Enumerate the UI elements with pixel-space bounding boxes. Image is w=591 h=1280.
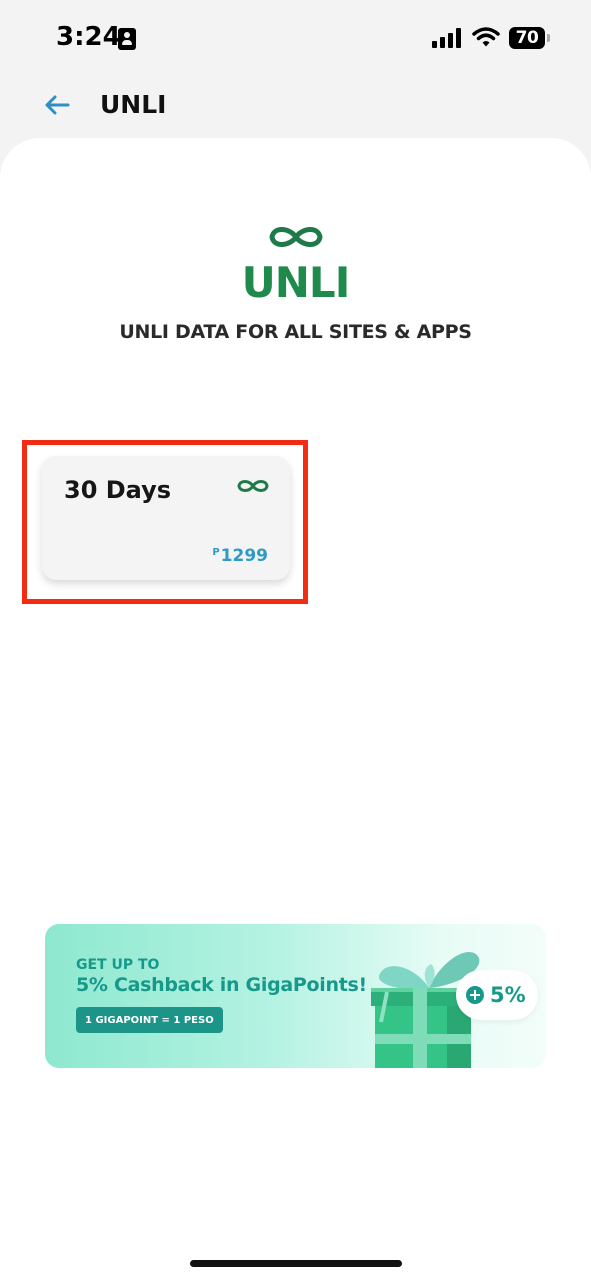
status-bar: 3:24 70 [0,0,591,80]
home-indicator[interactable] [190,1260,402,1267]
promo-banner[interactable]: GET UP TO 5% Cashback in GigaPoints! 1 G… [45,924,546,1068]
battery-icon: 70 [509,27,550,49]
back-button[interactable] [40,88,74,122]
currency-symbol: P [212,547,220,558]
page-title: UNLI [100,90,167,119]
id-card-icon [118,28,136,50]
infinity-icon [237,480,269,492]
arrow-left-icon [45,95,70,115]
price-amount: 1299 [220,546,268,566]
header: UNLI [0,80,591,132]
hero-title: UNLI [241,258,351,307]
promo-conversion-pill: 1 GIGAPOINT = 1 PESO [76,1007,223,1033]
battery-level: 70 [515,28,539,48]
promo-headline: 5% Cashback in GigaPoints! [76,974,367,996]
promo-kicker: GET UP TO [76,957,160,973]
content-sheet: UNLI UNLI DATA FOR ALL SITES & APPS 30 D… [0,138,591,1280]
hero-subtitle: UNLI DATA FOR ALL SITES & APPS [119,321,472,343]
plus-icon [466,986,484,1004]
wifi-icon [472,27,500,47]
signal-icon [432,28,461,48]
plan-duration: 30 Days [64,476,172,504]
cashback-badge: 5% [456,970,538,1020]
infinity-icon [269,227,323,247]
cashback-value: 5% [490,983,526,1007]
plan-card-30-days[interactable]: 30 Days P 1299 [42,456,290,580]
plan-price: P 1299 [212,546,268,566]
status-time: 3:24 [56,22,121,52]
